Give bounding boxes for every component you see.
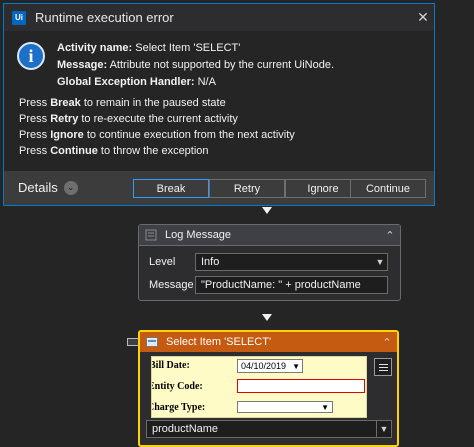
chevron-down-icon: ▼ (292, 361, 300, 371)
chevron-down-icon: ▼ (321, 402, 329, 412)
dropdown-arrow-icon: ▼ (375, 257, 385, 267)
preview-date-value: 04/10/2019 (241, 361, 287, 371)
message-input[interactable]: "ProductName: " + productName (195, 276, 388, 294)
chevron-down-icon[interactable]: ⌄ (63, 180, 78, 195)
message-row: Message "ProductName: " + productName (149, 276, 388, 294)
info-icon: i (17, 42, 45, 70)
log-message-activity[interactable]: Log Message ⌃ Level Info ▼ Message "Prod… (138, 224, 401, 301)
preview-charge-select: ▼ (237, 401, 333, 413)
level-label: Level (149, 256, 176, 268)
select-item-title: Select Item 'SELECT' (166, 336, 272, 348)
select-item-header: Select Item 'SELECT' ⌃ (140, 332, 397, 352)
break-button[interactable]: Break (133, 179, 209, 198)
details-toggle[interactable]: Details ⌄ (18, 180, 78, 195)
message-line: Message: Attribute not supported by the … (57, 59, 334, 71)
handler-label: Global Exception Handler: (57, 76, 195, 88)
message-value: "ProductName: " + productName (201, 279, 361, 291)
level-dropdown[interactable]: Info ▼ (195, 253, 388, 271)
log-message-title: Log Message (165, 229, 232, 241)
preview-charge-type-label: Charge Type: (151, 402, 206, 413)
level-row: Level Info ▼ (149, 253, 388, 271)
retry-button[interactable]: Retry (209, 179, 285, 198)
flow-arrow (262, 314, 272, 321)
preview-entity-code-label: Entity Code: (151, 381, 203, 392)
collapse-icon[interactable]: ⌃ (380, 229, 400, 242)
instruction-continue: Press Continue to throw the exception (19, 145, 209, 157)
menu-icon (378, 363, 388, 365)
dialog-titlebar: Ui Runtime execution error ✕ (4, 4, 434, 31)
item-value: productName (152, 423, 219, 435)
instruction-break: Press Break to remain in the paused stat… (19, 97, 226, 109)
message-label: Message (149, 279, 194, 291)
item-input[interactable]: productName ▼ (146, 420, 392, 438)
handler-value: N/A (197, 76, 216, 88)
message-value: Attribute not supported by the current U… (109, 59, 334, 71)
select-item-activity[interactable]: Select Item 'SELECT' ⌃ Bill Date: 04/10/… (138, 330, 399, 447)
collapse-icon[interactable]: ⌃ (377, 336, 397, 349)
continue-button[interactable]: Continue (350, 179, 426, 198)
runtime-error-dialog: Ui Runtime execution error ✕ i Activity … (3, 3, 435, 206)
element-preview-image: Bill Date: 04/10/2019 ▼ Entity Code: Cha… (151, 356, 367, 418)
dialog-title: Runtime execution error (35, 10, 174, 25)
dialog-footer: Details ⌄ Break Retry Ignore Continue (4, 171, 434, 205)
handler-line: Global Exception Handler: N/A (57, 76, 216, 88)
activity-name-value: Select Item 'SELECT' (135, 42, 241, 54)
instruction-retry: Press Retry to re-execute the current ac… (19, 113, 238, 125)
preview-entity-input (237, 379, 365, 393)
select-item-icon (146, 336, 158, 348)
uipath-logo-icon: Ui (12, 10, 26, 25)
options-menu-button[interactable] (374, 358, 392, 376)
log-icon (145, 229, 157, 241)
level-value: Info (201, 256, 220, 268)
instruction-ignore: Press Ignore to continue execution from … (19, 129, 295, 141)
flow-arrow (262, 207, 272, 214)
details-label: Details (18, 180, 58, 195)
activity-name-label: Activity name: (57, 42, 133, 54)
close-icon[interactable]: ✕ (412, 9, 434, 26)
preview-bill-date-label: Bill Date: (151, 360, 190, 371)
dropdown-arrow-icon[interactable]: ▼ (376, 421, 391, 437)
message-label: Message: (57, 59, 108, 71)
preview-date-field: 04/10/2019 ▼ (237, 359, 303, 373)
log-message-header: Log Message ⌃ (139, 225, 400, 246)
activity-name-line: Activity name: Select Item 'SELECT' (57, 42, 240, 54)
